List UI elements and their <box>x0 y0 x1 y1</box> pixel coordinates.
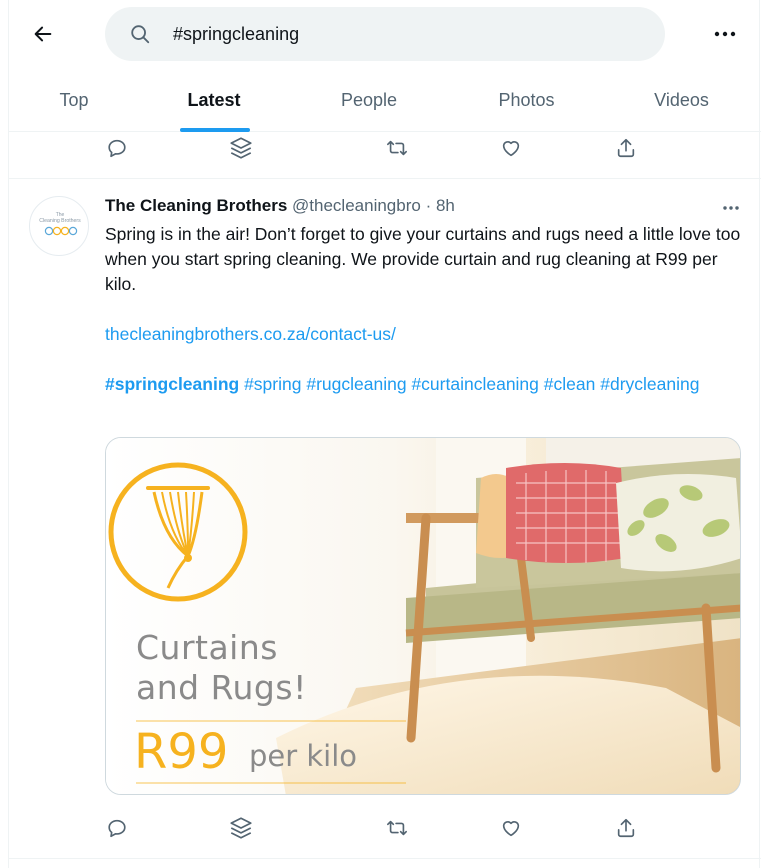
tweet-image[interactable]: Curtains and Rugs! R99 per kilo <box>105 437 741 795</box>
search-results-page: Top Latest People Photos Videos <box>8 0 761 868</box>
tab-people[interactable]: People <box>314 68 424 132</box>
hashtag[interactable]: #drycleaning <box>600 374 699 394</box>
hashtags: #springcleaning #spring #rugcleaning #cu… <box>105 372 745 397</box>
search-box[interactable] <box>105 7 665 61</box>
tab-videos[interactable]: Videos <box>624 68 739 132</box>
hashtag[interactable]: #rugcleaning <box>306 374 406 394</box>
search-icon <box>131 25 150 44</box>
more-options-button[interactable] <box>709 20 741 48</box>
media-title: Curtains and Rugs! <box>136 628 307 708</box>
share-icon <box>617 818 635 838</box>
arrow-left-icon <box>34 26 52 42</box>
svg-text:Cleaning Brothers: Cleaning Brothers <box>39 218 81 224</box>
stack-button[interactable] <box>225 814 257 842</box>
media-price: R99 <box>134 724 229 780</box>
reply-icon <box>108 139 126 158</box>
heart-icon <box>502 141 520 157</box>
retweet-button[interactable] <box>381 814 413 842</box>
back-button[interactable] <box>29 20 57 48</box>
reply-button[interactable] <box>101 134 133 162</box>
more-horizontal-icon <box>714 31 736 37</box>
tweet-header: The Cleaning Brothers @thecleaningbro · … <box>105 196 455 220</box>
divider <box>9 178 761 179</box>
media-title-line-2: and Rugs! <box>136 668 307 707</box>
stack-icon <box>230 817 252 839</box>
retweet-icon <box>387 820 407 836</box>
hashtag[interactable]: #spring <box>244 374 301 394</box>
divider <box>9 858 761 859</box>
reply-icon <box>108 819 126 838</box>
more-horizontal-icon <box>723 206 739 210</box>
search-input[interactable] <box>173 19 633 49</box>
tab-photos[interactable]: Photos <box>469 68 584 132</box>
cleaning-brothers-logo: The Cleaning Brothers <box>39 212 81 236</box>
top-bar <box>9 0 761 68</box>
retweet-icon <box>387 140 407 156</box>
share-icon <box>617 138 635 158</box>
search-tabs: Top Latest People Photos Videos <box>9 68 761 132</box>
stack-button[interactable] <box>225 134 257 162</box>
author-name[interactable]: The Cleaning Brothers <box>105 196 287 215</box>
tweet-time[interactable]: 8h <box>436 196 455 215</box>
media-price-unit: per kilo <box>249 739 358 773</box>
author-handle[interactable]: @thecleaningbro <box>292 196 421 215</box>
share-button[interactable] <box>610 814 642 842</box>
hashtag[interactable]: #clean <box>544 374 596 394</box>
tweet-text: Spring is in the air! Don’t forget to gi… <box>105 224 741 294</box>
separator-dot: · <box>420 196 436 215</box>
avatar[interactable]: The Cleaning Brothers <box>29 196 89 256</box>
reply-button[interactable] <box>101 814 133 842</box>
like-button[interactable] <box>495 134 527 162</box>
heart-icon <box>502 821 520 837</box>
like-button[interactable] <box>495 814 527 842</box>
retweet-button[interactable] <box>381 134 413 162</box>
tweet-link[interactable]: thecleaningbrothers.co.za/contact-us/ <box>105 322 396 347</box>
tweet-actions <box>9 808 761 848</box>
media-title-line-1: Curtains <box>136 628 278 667</box>
share-button[interactable] <box>610 134 642 162</box>
previous-tweet-actions <box>9 128 761 168</box>
tweet-more-button[interactable] <box>715 196 747 220</box>
hashtag[interactable]: #springcleaning <box>105 374 239 394</box>
stack-icon <box>230 137 252 159</box>
hashtag[interactable]: #curtaincleaning <box>411 374 538 394</box>
tab-latest[interactable]: Latest <box>159 68 269 132</box>
tab-top[interactable]: Top <box>29 68 119 132</box>
